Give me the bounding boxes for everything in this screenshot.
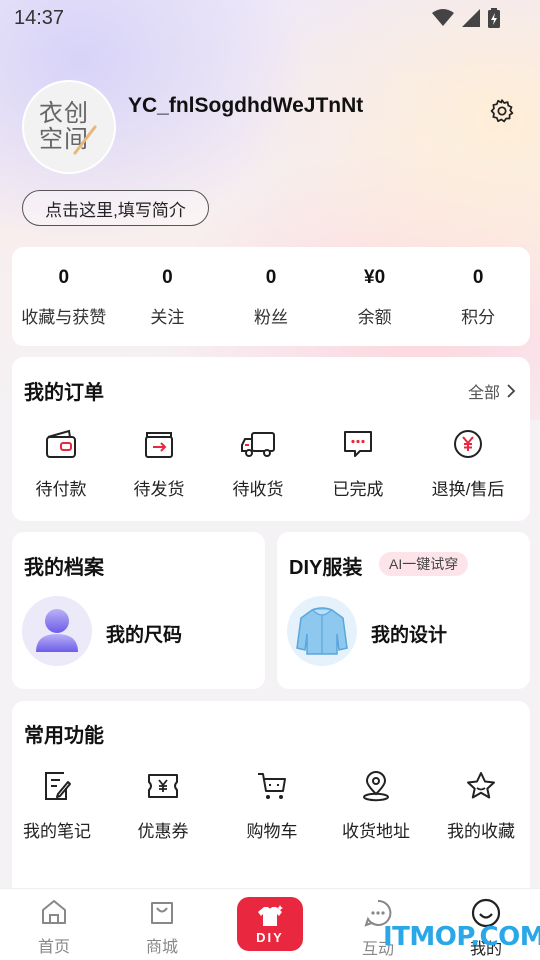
- order-item-label: 已完成: [332, 480, 384, 499]
- coupon-icon: [148, 774, 178, 798]
- watermark: ITMOP.COM: [383, 922, 540, 952]
- stat-label: 粉丝: [253, 308, 288, 327]
- yen-circle-icon: [454, 430, 482, 458]
- functions-title: 常用功能: [24, 725, 104, 747]
- diy-title: DIY服装: [289, 557, 363, 579]
- stat-value: 0: [472, 267, 484, 288]
- edit-bio-button[interactable]: 点击这里,填写简介: [22, 190, 209, 226]
- stat-value: 0: [58, 267, 70, 288]
- status-icons: [432, 8, 500, 28]
- box-arrow-icon: [145, 432, 173, 458]
- order-to-ship[interactable]: 待发货: [110, 427, 208, 500]
- wallet-icon: [46, 429, 76, 458]
- size-avatar[interactable]: [22, 596, 92, 666]
- order-after-sale[interactable]: 退换/售后: [408, 427, 528, 500]
- chevron-right-icon: [507, 384, 516, 398]
- my-size-link[interactable]: 我的尺码: [106, 620, 182, 647]
- see-all-label: 全部: [467, 385, 500, 402]
- stat-value: ¥0: [364, 267, 386, 288]
- orders-row: 待付款 待发货 待收货 已完成 退换/售后: [12, 427, 530, 500]
- chat-dots-icon: [344, 431, 372, 457]
- functions-card: 常用功能 我的笔记 优惠券 购物车 收货地址 我的收藏: [12, 701, 530, 901]
- stat-label: 余额: [357, 308, 392, 327]
- stat-label: 积分: [461, 308, 496, 327]
- tab-mall[interactable]: 商城: [108, 889, 216, 960]
- stat-value: 0: [265, 267, 277, 288]
- tab-home[interactable]: 首页: [0, 889, 108, 960]
- orders-title: 我的订单: [24, 382, 104, 404]
- orders-card: 我的订单 全部 待付款 待发货 待收货 已完成 退换/售后: [12, 357, 530, 521]
- my-design-link[interactable]: 我的设计: [371, 620, 447, 647]
- avatar[interactable]: 衣创 空间: [22, 80, 116, 174]
- bag-icon: [151, 902, 173, 924]
- stat-balance[interactable]: ¥0 余额: [323, 247, 427, 346]
- stats-card: 0 收藏与获赞 0 关注 0 粉丝 ¥0 余额 0 积分: [12, 247, 530, 346]
- diy-card: DIY服装 AI一键试穿 我的设计: [277, 532, 530, 689]
- diy-shirt-icon: [258, 904, 283, 926]
- function-coupons[interactable]: 优惠券: [102, 769, 224, 842]
- function-label: 收货地址: [342, 822, 410, 841]
- diy-tab-button[interactable]: DIY: [237, 897, 303, 951]
- person-icon: [36, 609, 78, 652]
- order-item-label: 待发货: [133, 480, 185, 499]
- settings-gear-icon[interactable]: [489, 98, 515, 124]
- function-label: 我的收藏: [447, 822, 515, 841]
- status-bar: 14:37: [0, 0, 540, 36]
- stat-label: 关注: [150, 308, 185, 327]
- avatar-logo: 衣创 空间: [39, 101, 99, 155]
- tab-label: 首页: [37, 939, 70, 956]
- battery-icon: [488, 8, 500, 28]
- signal-icon: [462, 9, 480, 27]
- ai-try-on-badge[interactable]: AI一键试穿: [379, 552, 469, 576]
- order-item-label: 待付款: [35, 480, 87, 499]
- location-pin-icon: [363, 771, 389, 802]
- stat-value: 0: [162, 267, 173, 288]
- username: YC_fnlSogdhdWeJTnNt: [128, 94, 364, 117]
- stat-points[interactable]: 0 积分: [426, 247, 530, 346]
- stat-label: 收藏与获赞: [21, 308, 107, 327]
- function-address[interactable]: 收货地址: [320, 769, 432, 842]
- status-time: 14:37: [14, 6, 65, 29]
- function-notes[interactable]: 我的笔记: [12, 769, 102, 842]
- home-icon: [42, 900, 66, 924]
- stat-following[interactable]: 0 关注: [116, 247, 220, 346]
- function-label: 优惠券: [137, 822, 189, 841]
- order-pending-payment[interactable]: 待付款: [12, 427, 110, 500]
- orders-see-all-link[interactable]: 全部: [468, 379, 516, 403]
- order-item-label: 退换/售后: [431, 480, 505, 499]
- design-avatar[interactable]: [287, 596, 357, 666]
- function-label: 我的笔记: [23, 822, 91, 841]
- archive-card: 我的档案 我的尺码: [12, 532, 265, 689]
- tab-diy[interactable]: DIY: [216, 889, 324, 960]
- function-favorites[interactable]: 我的收藏: [432, 769, 530, 842]
- function-label: 购物车: [246, 822, 298, 841]
- truck-icon: [241, 432, 275, 457]
- pencil-stroke-icon: [73, 125, 97, 155]
- note-edit-icon: [45, 772, 71, 800]
- archive-title: 我的档案: [24, 557, 104, 579]
- function-cart[interactable]: 购物车: [224, 769, 320, 842]
- wifi-icon: [432, 9, 454, 26]
- functions-row: 我的笔记 优惠券 购物车 收货地址 我的收藏: [12, 769, 530, 842]
- tab-label: 商城: [145, 939, 178, 956]
- diy-tab-label: DIY: [256, 929, 284, 945]
- stat-likes[interactable]: 0 收藏与获赞: [12, 247, 116, 346]
- stat-followers[interactable]: 0 粉丝: [219, 247, 323, 346]
- star-icon: [467, 772, 495, 799]
- order-completed[interactable]: 已完成: [308, 427, 408, 500]
- jacket-icon: [296, 607, 348, 655]
- order-item-label: 待收货: [232, 480, 284, 499]
- cart-icon: [258, 773, 286, 799]
- order-to-receive[interactable]: 待收货: [208, 427, 308, 500]
